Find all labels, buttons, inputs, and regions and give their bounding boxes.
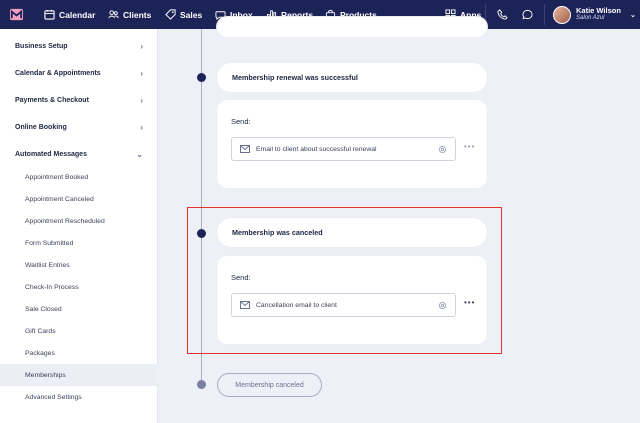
sidebar-subitem-packages[interactable]: Packages: [0, 342, 158, 364]
sidebar-item-payments-checkout[interactable]: Payments & Checkout ›: [0, 87, 158, 114]
chevron-right-icon: ›: [140, 123, 143, 132]
chevron-right-icon: ›: [140, 96, 143, 105]
chevron-down-icon: ⌄: [136, 150, 143, 159]
membership-canceled-button[interactable]: Membership canceled: [217, 373, 322, 397]
sidebar-subitem-label: Gift Cards: [25, 327, 56, 335]
chat-button[interactable]: [522, 0, 533, 29]
sidebar-subitem-label: Appointment Rescheduled: [25, 217, 105, 225]
sidebar-subitem-label: Appointment Booked: [25, 173, 89, 181]
chevron-right-icon: ›: [140, 42, 143, 51]
nav-calendar[interactable]: Calendar: [44, 0, 95, 29]
sidebar-item-calendar-appointments[interactable]: Calendar & Appointments ›: [0, 60, 158, 87]
sidebar-subitem-appointment-canceled[interactable]: Appointment Canceled: [0, 188, 158, 210]
previous-action-card: [217, 17, 487, 37]
user-salon: Salon Azul: [576, 15, 605, 22]
message-name: Email to client about successful renewal: [256, 145, 377, 153]
sidebar-subitem-label: Packages: [25, 349, 55, 357]
gear-icon[interactable]: [438, 145, 447, 154]
sidebar-subitem-label: Form Submitted: [25, 239, 74, 247]
sidebar-item-label: Payments & Checkout: [15, 97, 89, 104]
sidebar-subitem-appointment-booked[interactable]: Appointment Booked: [0, 166, 158, 188]
sidebar-subitem-sale-closed[interactable]: Sale Closed: [0, 298, 158, 320]
nav-calendar-label: Calendar: [59, 9, 96, 20]
sidebar-item-label: Online Booking: [15, 124, 67, 131]
message-select-renewal[interactable]: Email to client about successful renewal: [231, 137, 456, 161]
send-label: Send:: [231, 117, 251, 126]
sidebar-subitem-advanced-settings[interactable]: Advanced Settings: [0, 386, 158, 408]
user-menu[interactable]: Katie Wilson Salon Azul ⌄: [553, 4, 636, 25]
sidebar-item-label: Business Setup: [15, 43, 68, 50]
nav-sales-label: Sales: [180, 9, 203, 20]
event-trigger-renewal: Membership renewal was successful: [217, 63, 487, 92]
envelope-icon: [240, 145, 250, 153]
phone-icon: [497, 9, 508, 20]
clients-icon: [108, 10, 119, 19]
phone-button[interactable]: [497, 0, 508, 29]
nav-clients[interactable]: Clients: [108, 0, 151, 29]
sidebar-item-label: Calendar & Appointments: [15, 70, 101, 77]
sidebar-subitem-gift-cards[interactable]: Gift Cards: [0, 320, 158, 342]
sidebar-subitem-label: Waitlist Entries: [25, 261, 70, 269]
chevron-right-icon: ›: [140, 69, 143, 78]
sidebar-subitem-check-in-process[interactable]: Check-In Process: [0, 276, 158, 298]
timeline-dot: [197, 73, 206, 82]
nav-sales[interactable]: Sales: [165, 0, 202, 29]
more-options-icon[interactable]: •••: [464, 142, 475, 151]
event-title: Membership renewal was successful: [232, 73, 358, 82]
nav-clients-label: Clients: [123, 9, 152, 20]
sidebar-item-automated-messages[interactable]: Automated Messages ⌄: [0, 141, 158, 168]
chevron-down-icon: ⌄: [629, 11, 636, 19]
logo-icon[interactable]: [9, 7, 24, 22]
timeline-end-dot: [197, 380, 206, 389]
sidebar-subitem-waitlist-entries[interactable]: Waitlist Entries: [0, 254, 158, 276]
user-info: Katie Wilson Salon Azul: [576, 7, 621, 21]
sidebar-item-label: Automated Messages: [15, 151, 87, 158]
sidebar-subitem-memberships[interactable]: Memberships: [0, 364, 158, 386]
sidebar-subitem-label: Check-In Process: [25, 283, 79, 291]
sidebar-subitem-form-submitted[interactable]: Form Submitted: [0, 232, 158, 254]
end-label: Membership canceled: [235, 381, 304, 389]
highlight-box: [187, 207, 502, 354]
sidebar-subitem-label: Memberships: [25, 371, 66, 379]
sidebar-subitem-label: Advanced Settings: [25, 393, 82, 401]
tag-icon: [165, 9, 176, 20]
sidebar-item-online-booking[interactable]: Online Booking ›: [0, 114, 158, 141]
action-card-renewal: Send: Email to client about successful r…: [217, 100, 487, 188]
nav-divider: [544, 4, 545, 25]
sidebar-item-business-setup[interactable]: Business Setup ›: [0, 33, 158, 60]
sidebar-subitem-label: Appointment Canceled: [25, 195, 94, 203]
chat-bubble-icon: [522, 9, 533, 20]
user-name: Katie Wilson: [576, 6, 621, 16]
sidebar-subitem-label: Sale Closed: [25, 305, 62, 313]
avatar: [553, 5, 571, 24]
settings-sidebar: Business Setup › Calendar & Appointments…: [0, 29, 158, 423]
calendar-icon: [44, 9, 55, 20]
sidebar-subitem-appointment-rescheduled[interactable]: Appointment Rescheduled: [0, 210, 158, 232]
